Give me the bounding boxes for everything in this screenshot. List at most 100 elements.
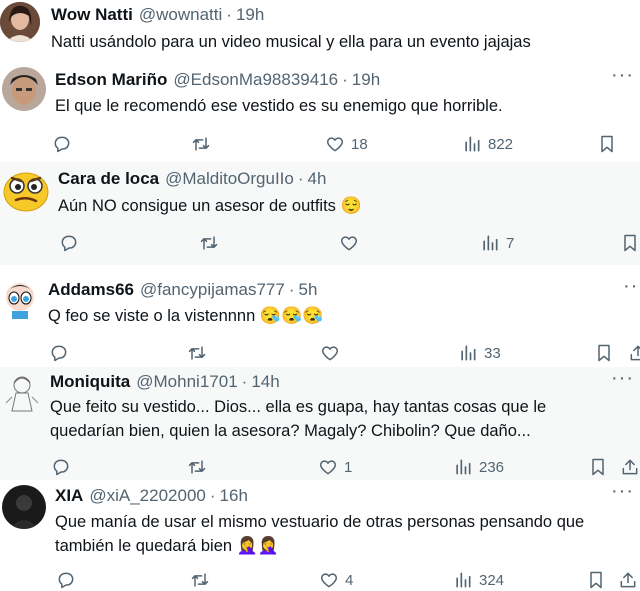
like-button[interactable]: 18 bbox=[325, 132, 368, 156]
share-button[interactable] bbox=[618, 568, 638, 591]
views-button[interactable]: 33 bbox=[458, 341, 501, 365]
views-button[interactable]: 324 bbox=[453, 568, 504, 591]
tweet-xia[interactable]: XIA @xiA_2202000 · 16h ··· Que manía de usa… bbox=[0, 480, 640, 591]
timestamp[interactable]: 4h bbox=[308, 169, 327, 188]
tweet-text: Natti usándolo para un video musical y e… bbox=[51, 30, 631, 54]
tweet-text: Que feito su vestido... Dios... ella es … bbox=[50, 395, 590, 443]
like-button[interactable] bbox=[339, 231, 365, 255]
bookmark-button[interactable] bbox=[588, 455, 608, 479]
share-button[interactable] bbox=[620, 455, 640, 479]
retweet-button[interactable] bbox=[187, 341, 213, 365]
bookmark-button[interactable] bbox=[594, 341, 614, 365]
user-handle[interactable]: @xiA_2202000 bbox=[89, 486, 206, 505]
timestamp[interactable]: 16h bbox=[220, 486, 248, 505]
share-button[interactable] bbox=[628, 341, 640, 365]
bookmark-button[interactable] bbox=[597, 132, 617, 156]
avatar[interactable] bbox=[2, 67, 46, 111]
more-options-icon[interactable]: ··· bbox=[611, 480, 634, 503]
user-handle[interactable]: @MalditoOrguIIo bbox=[165, 169, 294, 188]
tweet-actions: 4 324 bbox=[0, 568, 640, 591]
tweet-text-body: Que feito su vestido... Dios... ella es … bbox=[50, 398, 547, 440]
views-icon bbox=[465, 136, 480, 152]
more-options-icon[interactable]: ··· bbox=[611, 64, 634, 87]
more-options-icon[interactable]: ··· bbox=[623, 275, 640, 298]
like-button[interactable] bbox=[320, 341, 346, 365]
avatar[interactable] bbox=[0, 2, 40, 42]
avatar[interactable] bbox=[2, 166, 50, 214]
views-button[interactable]: 822 bbox=[462, 132, 513, 156]
separator-dot: · bbox=[241, 372, 248, 391]
bookmark-icon bbox=[590, 571, 602, 589]
tweet-actions: 18 822 bbox=[0, 132, 640, 156]
tweet-header: Addams66 @fancypijamas777 · 5h bbox=[48, 280, 317, 300]
like-count: 4 bbox=[345, 571, 354, 589]
tweet-addams66[interactable]: Addams66 @fancypijamas777·5h ··· Q feo se… bbox=[0, 265, 640, 367]
relieved-face-emoji: 😌 bbox=[340, 196, 362, 215]
views-button[interactable]: 236 bbox=[453, 455, 504, 479]
bookmark-icon bbox=[598, 344, 610, 362]
reply-icon bbox=[58, 572, 74, 589]
views-button[interactable]: 7 bbox=[480, 231, 514, 255]
reply-button[interactable] bbox=[52, 132, 78, 156]
bookmark-icon bbox=[592, 458, 604, 476]
avatar[interactable] bbox=[0, 371, 44, 415]
tweet-header: Edson Mariño @EdsonMa98839416 · 19h bbox=[55, 70, 380, 90]
reply-button[interactable] bbox=[49, 341, 75, 365]
timestamp[interactable]: 14h bbox=[251, 372, 279, 391]
separator-dot: · bbox=[342, 70, 348, 89]
heart-icon bbox=[340, 236, 358, 251]
reply-icon bbox=[53, 459, 69, 476]
retweet-button[interactable] bbox=[199, 231, 225, 255]
bookmark-button[interactable] bbox=[620, 231, 640, 255]
timestamp[interactable]: 19h bbox=[352, 70, 380, 89]
separator-dot: · bbox=[288, 280, 295, 299]
avatar[interactable] bbox=[2, 485, 46, 529]
retweet-icon bbox=[188, 346, 206, 360]
view-count: 7 bbox=[506, 234, 515, 252]
share-icon bbox=[622, 459, 638, 475]
retweet-button[interactable] bbox=[190, 568, 216, 591]
view-count: 822 bbox=[488, 135, 514, 153]
display-name[interactable]: Edson Mariño bbox=[55, 70, 167, 89]
retweet-button[interactable] bbox=[187, 455, 213, 479]
tweet-cara-de-loca[interactable]: Cara de loca @MalditoOrguIIo · 4h Aún NO co… bbox=[0, 162, 640, 265]
retweet-icon bbox=[192, 137, 210, 151]
display-name[interactable]: XIA bbox=[55, 486, 83, 505]
like-button[interactable]: 1 bbox=[318, 455, 352, 479]
display-name[interactable]: Addams66 bbox=[48, 280, 134, 299]
user-handle[interactable]: @Mohni1701 bbox=[136, 372, 237, 391]
user-handle[interactable]: @fancypijamas777 bbox=[140, 280, 285, 299]
more-options-icon[interactable]: ··· bbox=[611, 367, 634, 390]
user-handle[interactable]: @wownatti bbox=[139, 5, 222, 24]
views-icon bbox=[483, 235, 498, 251]
view-count: 324 bbox=[479, 571, 505, 589]
reply-button[interactable] bbox=[59, 231, 85, 255]
separator-dot: · bbox=[226, 5, 232, 24]
timestamp[interactable]: 5h bbox=[299, 280, 318, 299]
tweet-wow-natti[interactable]: Wow Natti @wownatti · 19h Natti usándolo pa… bbox=[0, 0, 640, 62]
like-button[interactable]: 4 bbox=[319, 568, 353, 591]
reply-icon bbox=[51, 345, 67, 362]
timestamp[interactable]: 19h bbox=[236, 5, 264, 24]
display-name[interactable]: Moniquita bbox=[50, 372, 130, 391]
tweet-text-body: El que le recomendó ese vestido es su en… bbox=[55, 97, 503, 115]
reply-button[interactable] bbox=[56, 568, 82, 591]
separator-dot: · bbox=[297, 169, 304, 188]
retweet-button[interactable] bbox=[191, 132, 217, 156]
heart-icon bbox=[321, 346, 339, 361]
display-name[interactable]: Wow Natti bbox=[51, 5, 133, 24]
heart-icon bbox=[320, 573, 338, 588]
tweet-edson-marino[interactable]: Edson Mariño @EdsonMa98839416 · 19h ··· El … bbox=[0, 62, 640, 162]
tweet-moniquita[interactable]: Moniquita @Mohni1701 · 14h ··· Que feito su… bbox=[0, 367, 640, 480]
tweet-actions: 33 bbox=[0, 341, 640, 365]
display-name[interactable]: Cara de loca bbox=[58, 169, 159, 188]
tweet-actions: 1 236 bbox=[0, 455, 640, 479]
reply-button[interactable] bbox=[51, 455, 77, 479]
bookmark-button[interactable] bbox=[586, 568, 606, 591]
tweet-text-body: Q feo se viste o la vistennnn bbox=[48, 307, 256, 325]
user-handle[interactable]: @EdsonMa98839416 bbox=[173, 70, 338, 89]
sleepy-face-emoji: 😪😪😪 bbox=[259, 306, 324, 325]
view-count: 236 bbox=[479, 458, 505, 476]
avatar[interactable] bbox=[0, 279, 40, 319]
reply-icon bbox=[54, 136, 70, 153]
